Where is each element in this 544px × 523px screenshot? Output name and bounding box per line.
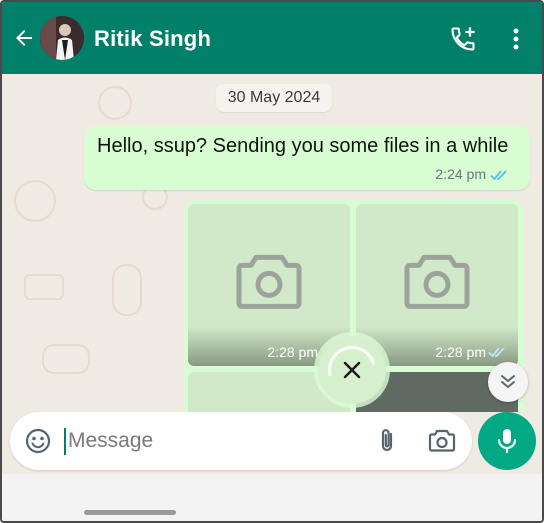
attach-button[interactable]	[376, 427, 398, 460]
camera-icon	[428, 429, 456, 452]
arrow-left-icon	[16, 30, 32, 46]
double-chevron-down-icon	[501, 375, 515, 388]
paperclip-icon	[381, 429, 393, 452]
wallpaper-doodle	[42, 344, 90, 374]
message-input[interactable]	[68, 426, 348, 456]
wallpaper-doodle	[98, 86, 132, 120]
gesture-handle[interactable]	[84, 510, 176, 515]
media-time: 2:28 pm	[435, 344, 486, 360]
camera-icon	[404, 254, 470, 309]
profile-photo	[40, 16, 84, 60]
back-button[interactable]	[10, 24, 38, 52]
wallpaper-doodle	[14, 180, 56, 222]
message-input-container[interactable]	[10, 412, 472, 470]
read-double-check-icon	[490, 170, 507, 181]
emoji-button[interactable]	[24, 427, 52, 460]
wallpaper-doodle	[24, 274, 64, 300]
emoji-icon	[25, 428, 51, 454]
voice-message-button[interactable]	[478, 412, 536, 470]
add-call-button[interactable]	[448, 24, 478, 54]
contact-name[interactable]: Ritik Singh	[94, 26, 211, 52]
chat-header: Ritik Singh	[2, 2, 542, 74]
media-tile[interactable]: 2:28 pm	[356, 204, 518, 366]
message-time: 2:24 pm	[435, 166, 486, 182]
camera-icon	[236, 254, 302, 309]
date-chip: 30 May 2024	[216, 84, 332, 112]
wallpaper-doodle	[112, 264, 142, 316]
app-frame: Ritik Singh 30 May 2024 Hello, ssup? Sen…	[0, 0, 544, 523]
media-time: 2:28 pm	[267, 344, 318, 360]
media-tile[interactable]: 2:28 pm	[188, 204, 350, 366]
system-navigation-bar	[2, 474, 542, 521]
text-caret	[64, 428, 66, 455]
composer-bar	[2, 412, 542, 474]
message-bubble[interactable]: Hello, ssup? Sending you some files in a…	[84, 126, 530, 190]
camera-button[interactable]	[428, 428, 456, 459]
upload-progress-ring	[319, 337, 385, 403]
more-options-button[interactable]	[504, 24, 528, 54]
add-call-icon	[451, 27, 475, 51]
mic-icon	[497, 429, 517, 454]
avatar[interactable]	[40, 16, 84, 60]
read-double-check-icon	[488, 347, 505, 358]
chat-area[interactable]: 30 May 2024 Hello, ssup? Sending you som…	[2, 74, 542, 414]
scroll-to-bottom-button[interactable]	[488, 362, 528, 402]
more-vertical-icon	[513, 28, 519, 50]
message-text: Hello, ssup? Sending you some files in a…	[97, 135, 509, 157]
cancel-upload-button[interactable]	[318, 336, 386, 404]
